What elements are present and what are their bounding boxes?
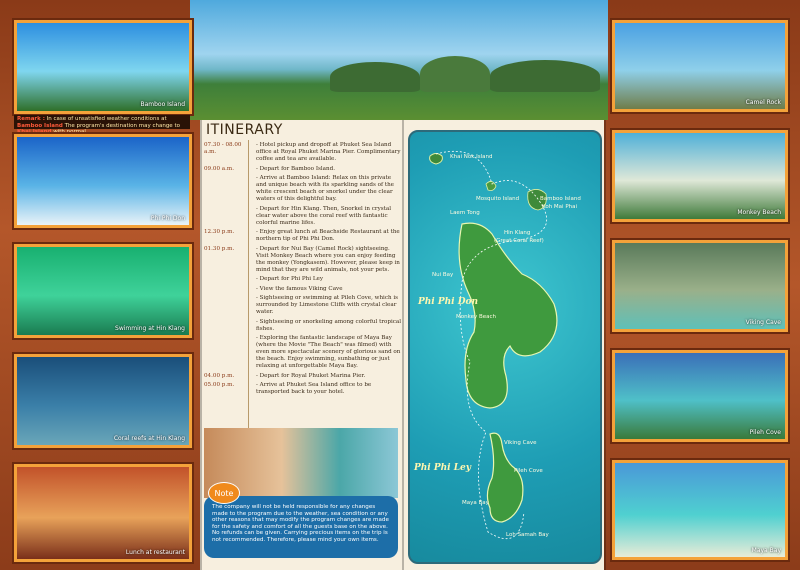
remark-label: Remark : xyxy=(17,116,45,122)
photo-coral-reefs: Coral reefs at Hin Klang xyxy=(14,354,192,448)
itinerary-row: 09.00 a.m. - Depart for Bamboo Island. xyxy=(204,166,402,173)
map-title-phi-phi-don: Phi Phi Don xyxy=(417,297,478,307)
photo-monkey-beach: Monkey Beach xyxy=(612,130,788,222)
map-svg: Khai Nok Island Mosquito Island Bamboo I… xyxy=(413,150,581,540)
itinerary-text: - Arrive at Bamboo Island: Relax on this… xyxy=(256,175,394,202)
itinerary-text: - Exploring the fantastic landscape of M… xyxy=(256,335,401,369)
remark-box: Remark : In case of unsatisfied weather … xyxy=(14,115,190,135)
itinerary-row: - Depart for Hin Klang. Then, Snorkel in… xyxy=(204,206,402,227)
itinerary-text: - Enjoy great lunch at Beachside Restaur… xyxy=(256,229,400,242)
itinerary-text: - View the famous Viking Cave xyxy=(256,285,343,292)
map-label: Viking Cave xyxy=(504,440,537,446)
map-label: Laem Tong xyxy=(450,210,480,216)
photo-caption: Maya Bay xyxy=(751,547,781,554)
map-title-phi-phi-ley: Phi Phi Ley xyxy=(413,463,472,473)
photo-caption: Monkey Beach xyxy=(737,209,781,216)
photo-caption: Coral reefs at Hin Klang xyxy=(113,435,185,442)
itinerary-list: 07.30 - 08.00 a.m. - Hotel pickup and dro… xyxy=(204,142,402,399)
map-label: Pileh Cove xyxy=(514,468,543,474)
itinerary-time: 01.30 p.m. xyxy=(204,245,235,252)
remark-text: The program's destination may change to xyxy=(64,122,180,129)
map-label: Mosquito Island xyxy=(476,196,519,202)
map-label: Bamboo Island xyxy=(540,196,581,202)
itinerary-row: - Arrive at Bamboo Island: Relax on this… xyxy=(204,175,402,203)
itinerary-title: ITINERARY xyxy=(206,122,283,138)
itinerary-row: - Exploring the fantastic landscape of M… xyxy=(204,335,402,370)
photo-caption: Phi Phi Don xyxy=(150,215,185,222)
itinerary-time: 04.00 p.m. xyxy=(204,372,235,379)
photo-caption: Pileh Cove xyxy=(749,429,781,436)
itinerary-time: 05.00 p.m. xyxy=(204,382,235,388)
map-label: Loh Samah Bay xyxy=(506,532,550,538)
itinerary-text: - Depart for Bamboo Island. xyxy=(256,165,335,172)
island-khai-nok xyxy=(429,153,443,165)
island-phi-phi-ley xyxy=(486,432,524,523)
itinerary-row: 04.00 p.m. - Depart for Royal Phuket Mari… xyxy=(204,373,402,380)
photo-caption: Camel Rock xyxy=(745,99,781,106)
photo-caption: Bamboo Island xyxy=(140,101,185,108)
itinerary-row: 01.30 p.m. - Depart for Nui Bay (Camel Ro… xyxy=(204,246,402,274)
note-badge: Note xyxy=(208,482,240,504)
island-mosquito xyxy=(485,181,497,191)
map-label: Khai Nok Island xyxy=(450,154,493,160)
photo-caption: Lunch at restaurant xyxy=(125,549,185,556)
photo-bamboo-island: Bamboo Island xyxy=(14,20,192,114)
note-text: The company will not be held responsible… xyxy=(212,504,389,543)
itinerary-time: 07.30 - 08.00 a.m. xyxy=(204,142,242,155)
photo-swimming: Swimming at Hin Klang xyxy=(14,244,192,338)
map-label: Monkey Beach xyxy=(456,314,497,320)
photo-phi-phi-don: Phi Phi Don xyxy=(14,134,192,228)
itinerary-row: - Sightseeing or snorkeling among colorf… xyxy=(204,319,402,333)
photo-viking-cave: Viking Cave xyxy=(612,240,788,332)
itinerary-row: - Depart for Phi Phi Ley xyxy=(204,276,402,283)
itinerary-text: - Sightseeing or snorkeling among colorf… xyxy=(256,318,401,332)
map-label: Nui Bay xyxy=(432,272,454,278)
landscape-banner xyxy=(190,0,608,120)
photo-maya-bay: Maya Bay xyxy=(612,460,788,560)
map-label: Koh Mai Phai xyxy=(542,204,577,210)
photo-caption: Viking Cave xyxy=(745,319,781,326)
itinerary-text: - Hotel pickup and dropoff at Phuket Sea… xyxy=(256,142,401,162)
itinerary-time: 12.30 p.m. xyxy=(204,229,235,235)
itinerary-text: - Depart for Phi Phi Ley xyxy=(256,276,324,282)
map-label: Hin Klang xyxy=(504,230,530,236)
itinerary-text: - Sightseeing or swimming at Pileh Cove,… xyxy=(256,295,399,315)
itinerary-row: 07.30 - 08.00 a.m. - Hotel pickup and dro… xyxy=(204,142,402,163)
itinerary-text: - Arrive at Phuket Sea Island office to … xyxy=(256,382,372,395)
itinerary-row: - View the famous Viking Cave xyxy=(204,286,402,293)
itinerary-text: - Depart for Nui Bay (Camel Rock) sights… xyxy=(256,245,400,273)
itinerary-text: - Depart for Royal Phuket Marina Pier. xyxy=(256,372,366,379)
remark-text: In case of unsatisfied weather condition… xyxy=(46,116,167,122)
photo-caption: Swimming at Hin Klang xyxy=(115,325,185,332)
itinerary-row: 12.30 p.m. - Enjoy great lunch at Beachsi… xyxy=(204,229,402,243)
map-label: Maya Bay xyxy=(462,500,490,506)
note-box: The company will not be held responsible… xyxy=(204,496,398,558)
phi-phi-map: Khai Nok Island Mosquito Island Bamboo I… xyxy=(408,130,602,564)
map-label: (Great Coral Reef) xyxy=(494,238,544,244)
remark-highlight: Bamboo Island xyxy=(17,122,63,129)
itinerary-row: 05.00 p.m. - Arrive at Phuket Sea Island … xyxy=(204,382,402,396)
itinerary-row: - Sightseeing or swimming at Pileh Cove,… xyxy=(204,295,402,316)
itinerary-text: - Depart for Hin Klang. Then, Snorkel in… xyxy=(256,205,391,226)
itinerary-time: 09.00 a.m. xyxy=(204,165,234,172)
photo-pileh-cove: Pileh Cove xyxy=(612,350,788,442)
photo-camel-rock: Camel Rock xyxy=(612,20,788,112)
photo-lunch: Lunch at restaurant xyxy=(14,464,192,562)
